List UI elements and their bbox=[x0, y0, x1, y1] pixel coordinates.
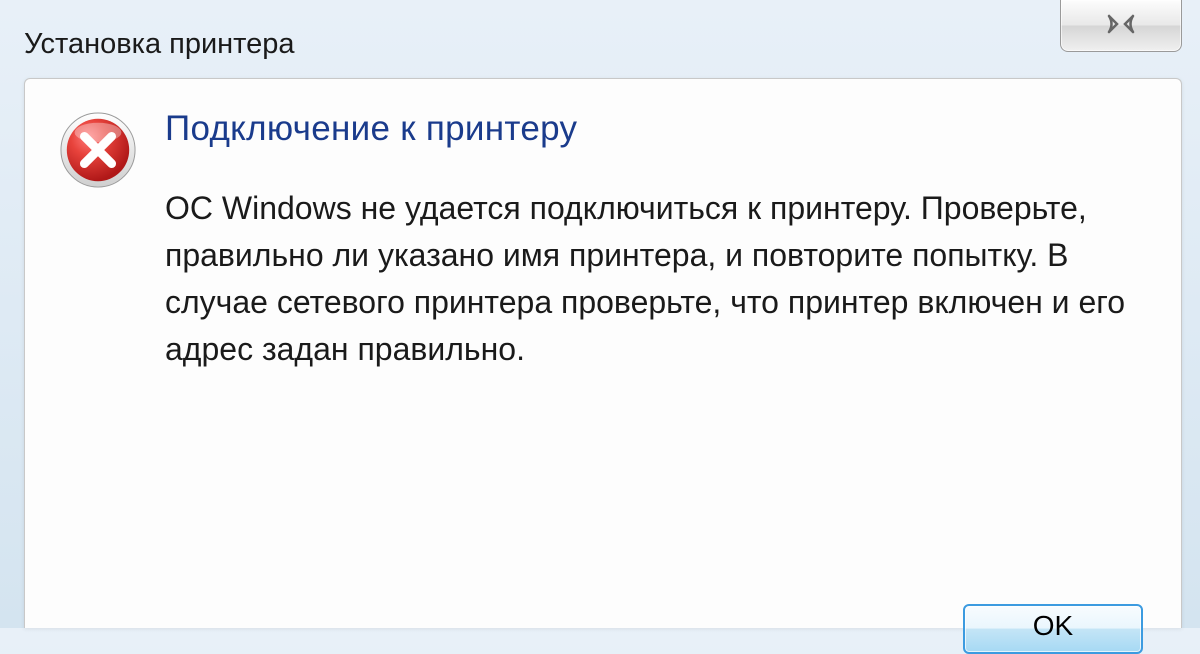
ok-button[interactable]: OK bbox=[963, 604, 1143, 654]
dialog-body: ОС Windows не удается подключиться к при… bbox=[165, 185, 1147, 373]
close-icon bbox=[1107, 10, 1135, 41]
window-title: Установка принтера bbox=[0, 0, 1200, 61]
dialog-heading: Подключение к принтеру bbox=[165, 109, 1147, 149]
icon-column bbox=[59, 109, 165, 373]
close-button[interactable] bbox=[1060, 0, 1182, 52]
text-column: Подключение к принтеру ОС Windows не уда… bbox=[165, 109, 1147, 373]
button-bar: OK bbox=[25, 548, 1181, 628]
dialog-content: Подключение к принтеру ОС Windows не уда… bbox=[25, 79, 1181, 373]
ok-button-label: OK bbox=[1033, 610, 1073, 642]
error-icon bbox=[59, 111, 137, 189]
dialog-panel: Подключение к принтеру ОС Windows не уда… bbox=[24, 78, 1182, 628]
